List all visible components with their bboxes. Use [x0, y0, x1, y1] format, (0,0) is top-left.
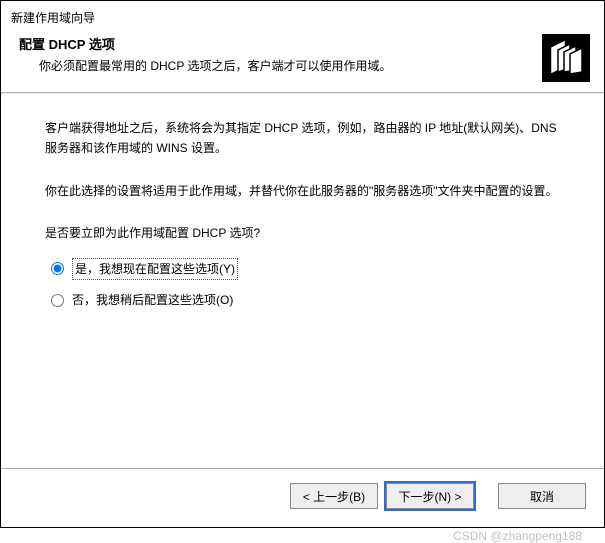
header-subtitle: 你必须配置最常用的 DHCP 选项之后，客户端才可以使用作用域。	[19, 57, 542, 75]
dhcp-icon	[542, 34, 590, 82]
radio-yes[interactable]	[51, 262, 64, 275]
header-title: 配置 DHCP 选项	[19, 34, 542, 53]
radio-no-label: 否，我想稍后配置这些选项(O)	[72, 290, 233, 310]
window-title: 新建作用域向导	[1, 1, 604, 30]
cancel-button[interactable]: 取消	[498, 483, 586, 509]
wizard-footer: < 上一步(B) 下一步(N) > 取消 CSDN @zhangpeng188	[1, 468, 604, 527]
next-button[interactable]: 下一步(N) >	[386, 483, 474, 509]
watermark-text: CSDN @zhangpeng188	[453, 529, 582, 543]
info-paragraph-1: 客户端获得地址之后，系统将会为其指定 DHCP 选项，例如，路由器的 IP 地址…	[45, 118, 560, 159]
info-paragraph-2: 你在此选择的设置将适用于此作用域，并替代你在此服务器的"服务器选项"文件夹中配置…	[45, 181, 560, 201]
radio-yes-row[interactable]: 是，我想现在配置这些选项(Y)	[51, 258, 560, 280]
radio-group: 是，我想现在配置这些选项(Y) 否，我想稍后配置这些选项(O)	[45, 258, 560, 311]
back-button[interactable]: < 上一步(B)	[290, 483, 378, 509]
radio-no-row[interactable]: 否，我想稍后配置这些选项(O)	[51, 290, 560, 310]
radio-yes-label: 是，我想现在配置这些选项(Y)	[72, 258, 238, 280]
wizard-header: 配置 DHCP 选项 你必须配置最常用的 DHCP 选项之后，客户端才可以使用作…	[1, 30, 604, 92]
wizard-content: 客户端获得地址之后，系统将会为其指定 DHCP 选项，例如，路由器的 IP 地址…	[1, 94, 604, 468]
radio-no[interactable]	[51, 294, 64, 307]
config-question: 是否要立即为此作用域配置 DHCP 选项?	[45, 223, 560, 243]
